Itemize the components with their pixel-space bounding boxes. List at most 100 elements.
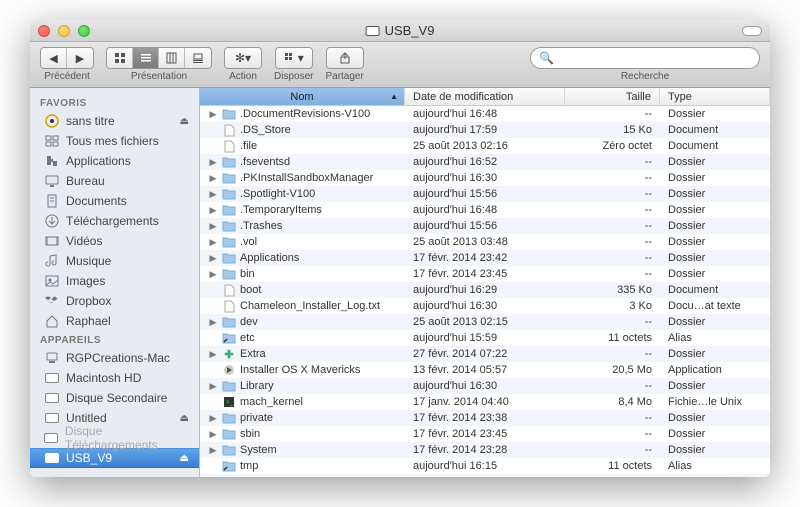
file-row[interactable]: ▶.Spotlight-V100aujourd'hui 15:56--Dossi…: [200, 186, 770, 202]
file-name: Library: [240, 380, 274, 392]
file-row[interactable]: Installer OS X Mavericks13 févr. 2014 05…: [200, 362, 770, 378]
file-row[interactable]: etcaujourd'hui 15:5911 octetsAlias: [200, 330, 770, 346]
search-field[interactable]: 🔍: [530, 47, 760, 69]
file-name: .fseventsd: [240, 156, 290, 168]
toolbar-toggle-button[interactable]: [742, 26, 762, 36]
file-row[interactable]: Chameleon_Installer_Log.txt aujourd'hui 1…: [200, 298, 770, 314]
sidebar-item-disque-t-l-chargements[interactable]: Disque Téléchargements: [30, 428, 199, 448]
disclosure-triangle-icon[interactable]: ▶: [208, 173, 218, 184]
disclosure-triangle-icon[interactable]: ▶: [208, 477, 218, 478]
app-icon: [222, 363, 236, 377]
sidebar-item-macintosh-hd[interactable]: Macintosh HD: [30, 368, 199, 388]
disclosure-triangle-icon[interactable]: ▶: [208, 429, 218, 440]
file-row[interactable]: ▶.vol25 août 2013 03:48--Dossier: [200, 234, 770, 250]
action-button[interactable]: ✻▾: [224, 47, 262, 69]
disclosure-triangle-icon[interactable]: ▶: [208, 205, 218, 216]
file-date: aujourd'hui 16:44: [405, 476, 565, 477]
file-row[interactable]: .file25 août 2013 02:16Zéro octetDocumen…: [200, 138, 770, 154]
file-size: --: [565, 428, 660, 440]
eject-icon[interactable]: ⏏: [180, 116, 189, 127]
file-name: private: [240, 412, 273, 424]
sidebar-item-images[interactable]: Images: [30, 271, 199, 291]
file-name: Chameleon_Installer_Log.txt: [240, 300, 380, 312]
eject-icon[interactable]: ⏏: [180, 453, 189, 464]
sidebar-item-dropbox[interactable]: Dropbox: [30, 291, 199, 311]
file-row[interactable]: ▶.PKInstallSandboxManageraujourd'hui 16:…: [200, 170, 770, 186]
share-button[interactable]: [326, 47, 364, 69]
disclosure-triangle-icon[interactable]: ▶: [208, 221, 218, 232]
file-row[interactable]: ▶usraujourd'hui 16:44--Dossier: [200, 474, 770, 477]
header-name[interactable]: Nom▲: [200, 88, 405, 105]
file-date: aujourd'hui 16:30: [405, 300, 565, 312]
file-row[interactable]: ▶bin17 févr. 2014 23:45--Dossier: [200, 266, 770, 282]
file-row[interactable]: ▶.DocumentRevisions-V100aujourd'hui 16:4…: [200, 106, 770, 122]
file-row[interactable]: ▶dev25 août 2013 02:15--Dossier: [200, 314, 770, 330]
file-row[interactable]: ▶.TemporaryItemsaujourd'hui 16:48--Dossi…: [200, 202, 770, 218]
search-input[interactable]: [559, 51, 751, 65]
file-row[interactable]: bootaujourd'hui 16:29335 KoDocument: [200, 282, 770, 298]
disclosure-triangle-icon[interactable]: ▶: [208, 349, 218, 360]
file-row[interactable]: ▶.Trashesaujourd'hui 15:56--Dossier: [200, 218, 770, 234]
sidebar-item-label: USB_V9: [66, 451, 112, 465]
list-view-button[interactable]: [133, 48, 159, 68]
back-button[interactable]: ◀: [41, 48, 67, 68]
file-kind: Document: [660, 140, 770, 152]
file-row[interactable]: ▶.fseventsdaujourd'hui 16:52--Dossier: [200, 154, 770, 170]
file-name: Installer OS X Mavericks: [240, 364, 360, 376]
view-mode-buttons: [106, 47, 212, 69]
sidebar-item-documents[interactable]: Documents: [30, 191, 199, 211]
disclosure-triangle-icon[interactable]: ▶: [208, 109, 218, 120]
sidebar-item-sans-titre[interactable]: sans titre⏏: [30, 111, 199, 131]
file-row[interactable]: ▶✚Extra27 févr. 2014 07:22--Dossier: [200, 346, 770, 362]
disclosure-triangle-icon[interactable]: ▶: [208, 269, 218, 280]
disclosure-triangle-icon[interactable]: ▶: [208, 253, 218, 264]
file-date: 17 févr. 2014 23:45: [405, 428, 565, 440]
sidebar-item-t-l-chargements[interactable]: Téléchargements: [30, 211, 199, 231]
computer-icon: [44, 350, 60, 366]
disclosure-triangle-icon[interactable]: ▶: [208, 157, 218, 168]
file-row[interactable]: ▶Libraryaujourd'hui 16:30--Dossier: [200, 378, 770, 394]
sidebar-item-musique[interactable]: Musique: [30, 251, 199, 271]
file-row[interactable]: ▶System17 févr. 2014 23:28--Dossier: [200, 442, 770, 458]
eject-icon[interactable]: ⏏: [180, 413, 189, 424]
icon-view-button[interactable]: [107, 48, 133, 68]
hd-icon: [44, 390, 60, 406]
sidebar-item-raphael[interactable]: Raphael: [30, 311, 199, 331]
sidebar-item-bureau[interactable]: Bureau: [30, 171, 199, 191]
sidebar-item-tous-mes-fichiers[interactable]: Tous mes fichiers: [30, 131, 199, 151]
header-size[interactable]: Taille: [565, 88, 660, 105]
sidebar-item-applications[interactable]: Applications: [30, 151, 199, 171]
sidebar-item-rgpcreations-mac[interactable]: RGPCreations-Mac: [30, 348, 199, 368]
disclosure-triangle-icon[interactable]: ▶: [208, 445, 218, 456]
file-kind: Dossier: [660, 428, 770, 440]
file-row[interactable]: ▶sbin17 févr. 2014 23:45--Dossier: [200, 426, 770, 442]
zoom-button[interactable]: [78, 25, 90, 37]
file-row[interactable]: ▶Applications17 févr. 2014 23:42--Dossie…: [200, 250, 770, 266]
file-row[interactable]: >_mach_kernel17 janv. 2014 04:408,4 MoFi…: [200, 394, 770, 410]
file-row[interactable]: .DS_Storeaujourd'hui 17:5915 KoDocument: [200, 122, 770, 138]
sidebar-item-disque-secondaire[interactable]: Disque Secondaire: [30, 388, 199, 408]
coverflow-view-button[interactable]: [185, 48, 211, 68]
titlebar[interactable]: USB_V9: [30, 20, 770, 42]
file-kind: Dossier: [660, 316, 770, 328]
file-size: --: [565, 316, 660, 328]
arrange-button[interactable]: ▾: [275, 47, 313, 69]
close-button[interactable]: [38, 25, 50, 37]
disclosure-triangle-icon[interactable]: ▶: [208, 237, 218, 248]
minimize-button[interactable]: [58, 25, 70, 37]
forward-button[interactable]: ▶: [67, 48, 93, 68]
disclosure-triangle-icon[interactable]: ▶: [208, 413, 218, 424]
column-view-button[interactable]: [159, 48, 185, 68]
disclosure-triangle-icon[interactable]: ▶: [208, 189, 218, 200]
sidebar-item-vid-os[interactable]: Vidéos: [30, 231, 199, 251]
file-date: 17 févr. 2014 23:38: [405, 412, 565, 424]
doc-icon: [222, 139, 236, 153]
disclosure-triangle-icon[interactable]: ▶: [208, 381, 218, 392]
sidebar-item-label: Disque Téléchargements: [65, 424, 189, 452]
file-row[interactable]: ▶private17 févr. 2014 23:38--Dossier: [200, 410, 770, 426]
header-date[interactable]: Date de modification: [405, 88, 565, 105]
file-kind: Dossier: [660, 476, 770, 477]
header-kind[interactable]: Type: [660, 88, 770, 105]
file-row[interactable]: tmpaujourd'hui 16:1511 octetsAlias: [200, 458, 770, 474]
disclosure-triangle-icon[interactable]: ▶: [208, 317, 218, 328]
